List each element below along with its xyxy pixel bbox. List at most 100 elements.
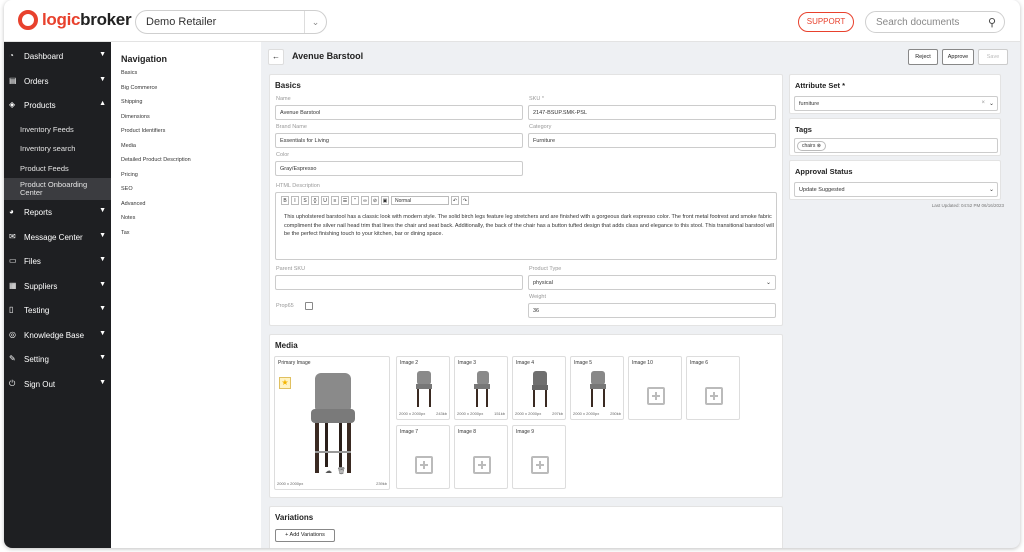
code-icon[interactable]: {} — [311, 196, 319, 205]
support-button[interactable]: SUPPORT — [798, 12, 854, 32]
upload-icon[interactable]: ☁ — [325, 467, 332, 475]
redo-icon[interactable]: ↷ — [461, 196, 469, 205]
sidebar-subitem-inventory-feeds[interactable]: Inventory Feeds — [4, 120, 111, 140]
image-tile[interactable]: Image 6 — [686, 356, 740, 420]
chevron-down-icon[interactable]: ⌄ — [989, 100, 994, 107]
image-tile[interactable]: Image 8 — [454, 425, 508, 489]
sidebar-item-suppliers[interactable]: ▦ Suppliers ▼ — [4, 276, 111, 301]
add-variations-button[interactable]: + Add Variations — [275, 529, 335, 542]
nav-link-advanced[interactable]: Advanced — [111, 201, 261, 216]
globe-icon: ◎ — [9, 329, 16, 339]
trash-icon[interactable]: 🗑 — [337, 467, 346, 475]
reject-button[interactable]: Reject — [908, 49, 938, 65]
approval-status-select[interactable]: Update Suggested ⌄ — [794, 182, 998, 197]
nav-link-detailed-description[interactable]: Detailed Product Description — [111, 157, 261, 172]
pie-icon: ◕ — [9, 207, 14, 216]
add-image-icon[interactable] — [531, 456, 549, 474]
nav-link-big-commerce[interactable]: Big Commerce — [111, 85, 261, 100]
save-button[interactable]: Save — [978, 49, 1008, 65]
star-icon[interactable]: ★ — [279, 377, 291, 389]
bold-icon[interactable]: B — [281, 196, 289, 205]
tag-chip: chairs ⊗ — [797, 141, 826, 151]
attribute-set-select[interactable]: furniture × ⌄ — [794, 96, 998, 111]
strike-icon[interactable]: S — [301, 196, 309, 205]
image-label: Image 10 — [632, 360, 653, 366]
sidebar-item-knowledge-base[interactable]: ◎ Knowledge Base ▼ — [4, 325, 111, 350]
sidebar-item-reports[interactable]: ◕ Reports ▼ — [4, 202, 111, 227]
back-arrow-icon[interactable]: ← — [268, 49, 284, 65]
image-size: 250kb — [610, 411, 621, 416]
add-image-icon[interactable] — [415, 456, 433, 474]
image-tile[interactable]: Image 4 2000 x 2000px 297kb — [512, 356, 566, 420]
parent-sku-field[interactable] — [275, 275, 523, 290]
nav-link-dimensions[interactable]: Dimensions — [111, 114, 261, 129]
approval-status-title: Approval Status — [795, 167, 853, 176]
link-icon[interactable]: ∞ — [361, 196, 369, 205]
ordered-list-icon[interactable]: ≡ — [331, 196, 339, 205]
retailer-select[interactable]: Demo Retailer ⌄ — [135, 10, 327, 34]
chevron-down-icon: ▼ — [99, 256, 106, 263]
image-label: Image 5 — [574, 360, 593, 366]
sidebar-item-testing[interactable]: ▯ Testing ▼ — [4, 300, 111, 325]
remove-tag-icon[interactable]: ⊗ — [817, 143, 821, 149]
search-input[interactable]: Search documents ⚲ — [865, 11, 1005, 33]
sidebar-subitem-product-onboarding[interactable]: Product Onboarding Center — [4, 178, 111, 200]
sidebar-item-products[interactable]: ◈ Products ▲ — [4, 95, 111, 120]
nav-link-basics[interactable]: Basics — [111, 70, 261, 85]
add-image-icon[interactable] — [473, 456, 491, 474]
quote-icon[interactable]: " — [351, 196, 359, 205]
search-icon[interactable]: ⚲ — [988, 16, 996, 29]
nav-link-product-identifiers[interactable]: Product Identifiers — [111, 128, 261, 143]
image-tile[interactable]: Image 5 2000 x 2000px 250kb — [570, 356, 624, 420]
weight-field[interactable]: 36 — [528, 303, 776, 318]
nav-link-seo[interactable]: SEO — [111, 186, 261, 201]
approval-status-card: Approval Status Update Suggested ⌄ — [789, 160, 1001, 200]
approve-button[interactable]: Approve — [942, 49, 974, 65]
sidebar-subitem-product-feeds[interactable]: Product Feeds — [4, 159, 111, 179]
sidebar-item-orders[interactable]: ▤ Orders ▼ — [4, 71, 111, 96]
underline-icon[interactable]: U — [321, 196, 329, 205]
image-dims: 2000 x 2000px — [515, 411, 542, 416]
sku-field[interactable]: 2147-BSUP.SMK-PSL — [528, 105, 776, 120]
description-text[interactable]: This upholstered barstool has a classic … — [280, 211, 778, 257]
chevron-down-icon[interactable]: ⌄ — [304, 11, 326, 33]
image-tile[interactable]: Image 10 — [628, 356, 682, 420]
tags-input[interactable]: chairs ⊗ — [794, 138, 998, 153]
add-image-icon[interactable] — [705, 387, 723, 405]
sidebar-item-message-center[interactable]: ✉ Message Center ▼ — [4, 227, 111, 252]
nav-link-tax[interactable]: Tax — [111, 230, 261, 245]
image-tile[interactable]: Image 3 2000 x 2000px 151kb — [454, 356, 508, 420]
italic-icon[interactable]: I — [291, 196, 299, 205]
nav-link-media[interactable]: Media — [111, 143, 261, 158]
html-description-label: HTML Description — [276, 183, 320, 189]
sidebar-subitem-inventory-search[interactable]: Inventory search — [4, 139, 111, 159]
category-field[interactable]: Furniture — [528, 133, 776, 148]
nav-link-notes[interactable]: Notes — [111, 215, 261, 230]
undo-icon[interactable]: ↶ — [451, 196, 459, 205]
product-type-select[interactable]: physical ⌄ — [528, 275, 776, 290]
logo[interactable]: logicbroker — [18, 10, 132, 30]
primary-image-tile[interactable]: Primary Image ★ ☁ 🗑 2000 x 2000px 239kb — [274, 356, 390, 490]
chevron-down-icon: ▼ — [99, 207, 106, 214]
image-tile[interactable]: Image 2 2000 x 2000px 243kb — [396, 356, 450, 420]
image-tile[interactable]: Image 7 — [396, 425, 450, 489]
bullet-list-icon[interactable]: ☰ — [341, 196, 349, 205]
image-tile[interactable]: Image 9 — [512, 425, 566, 489]
prop65-checkbox[interactable] — [305, 302, 313, 310]
format-select[interactable]: Normal — [391, 196, 449, 205]
add-image-icon[interactable] — [647, 387, 665, 405]
nav-link-pricing[interactable]: Pricing — [111, 172, 261, 187]
sidebar-item-setting[interactable]: ✎ Setting ▼ — [4, 349, 111, 374]
sidebar-item-sign-out[interactable]: ⏻ Sign Out ▼ — [4, 374, 111, 399]
color-field[interactable]: Gray/Espresso — [275, 161, 523, 176]
sidebar-item-dashboard[interactable]: ◔ Dashboard ▼ — [4, 46, 111, 71]
variations-title: Variations — [275, 513, 314, 522]
gauge-icon: ◔ — [9, 51, 14, 60]
unlink-icon[interactable]: ⊘ — [371, 196, 379, 205]
sidebar-item-files[interactable]: ▭ Files ▼ — [4, 251, 111, 276]
nav-link-shipping[interactable]: Shipping — [111, 99, 261, 114]
clear-icon[interactable]: × — [981, 100, 985, 106]
name-field[interactable]: Avenue Barstool — [275, 105, 523, 120]
brand-field[interactable]: Essentials for Living — [275, 133, 523, 148]
image-icon[interactable]: ▣ — [381, 196, 389, 205]
